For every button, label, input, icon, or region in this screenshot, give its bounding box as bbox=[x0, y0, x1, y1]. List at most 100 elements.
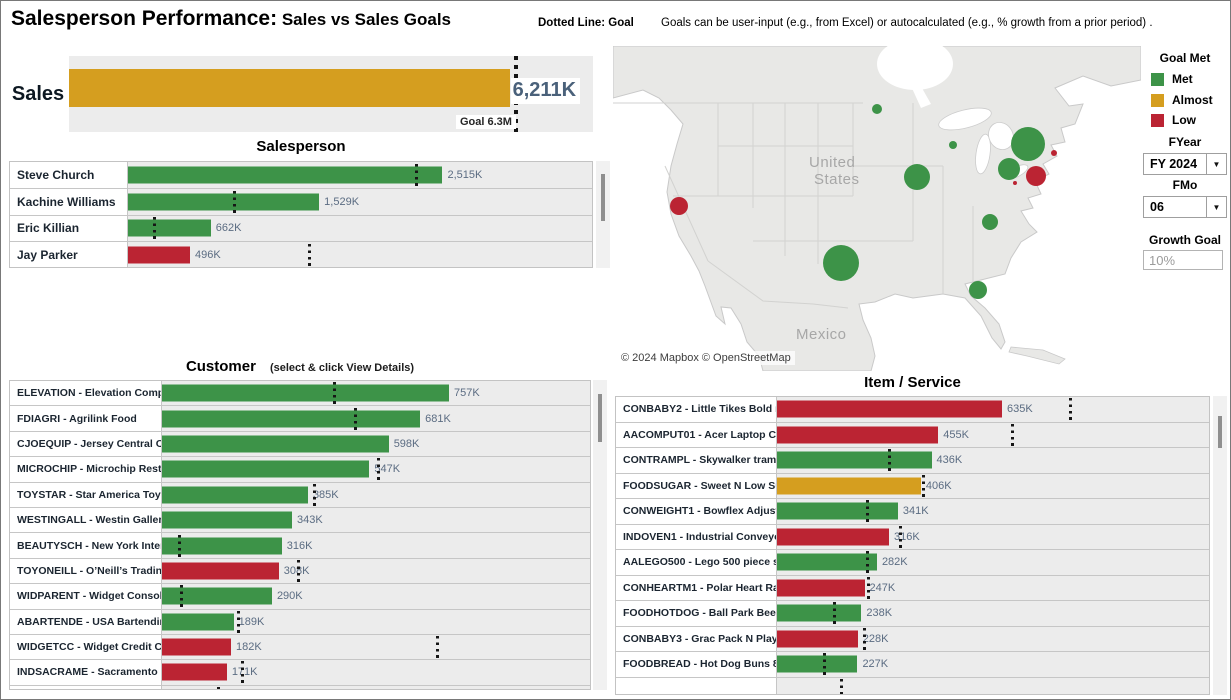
table-row[interactable]: AALEGO500 - Lego 500 piece set282K bbox=[616, 550, 1209, 576]
row-label[interactable]: CONBABY2 - Little Tikes Bold n Br.. bbox=[616, 397, 777, 422]
row-label[interactable]: AACOMPUT01 - Acer Laptop Comp.. bbox=[616, 423, 777, 448]
table-row[interactable]: AACOMPUT01 - Acer Laptop Comp..455K bbox=[616, 423, 1209, 449]
map-bubble[interactable] bbox=[998, 158, 1020, 180]
value-bar[interactable] bbox=[162, 486, 308, 503]
salesperson-scrollbar[interactable] bbox=[596, 161, 610, 268]
row-label[interactable]: BEAUTYSCH - New York Internat.. bbox=[10, 533, 162, 557]
value-bar[interactable] bbox=[777, 477, 921, 494]
map-bubble[interactable] bbox=[1026, 166, 1046, 186]
row-label[interactable]: CJOEQUIP - Jersey Central Offic.. bbox=[10, 432, 162, 456]
row-label[interactable]: Jay Parker bbox=[10, 242, 128, 268]
value-bar[interactable] bbox=[128, 193, 319, 210]
row-label[interactable]: Kachine Williams bbox=[10, 189, 128, 215]
map-bubble[interactable] bbox=[982, 214, 998, 230]
value-bar[interactable] bbox=[777, 579, 865, 596]
table-row[interactable]: TOYONEILL - O’Neill’s Trading308K bbox=[10, 559, 590, 584]
map-bubble[interactable] bbox=[823, 245, 859, 281]
row-label[interactable]: FOODHOTDOG - Ball Park Beef Fra.. bbox=[616, 601, 777, 626]
row-label[interactable]: CONTRAMPL - Skywalker trampoli.. bbox=[616, 448, 777, 473]
row-label[interactable]: Eric Killian bbox=[10, 216, 128, 242]
row-label[interactable]: AALEGO500 - Lego 500 piece set bbox=[616, 550, 777, 575]
map-bubble[interactable] bbox=[872, 104, 882, 114]
row-label[interactable]: WESTINGALL - Westin Galleria H.. bbox=[10, 508, 162, 532]
map-bubble[interactable] bbox=[969, 281, 987, 299]
value-bar[interactable] bbox=[162, 512, 292, 529]
value-bar[interactable] bbox=[777, 630, 858, 647]
value-bar[interactable] bbox=[777, 656, 857, 673]
salesperson-scrollbar-thumb[interactable] bbox=[601, 174, 605, 221]
legend-item-met[interactable]: Met bbox=[1151, 71, 1193, 87]
fmo-dropdown[interactable]: 06 ▼ bbox=[1143, 196, 1227, 218]
value-bar[interactable] bbox=[162, 639, 231, 656]
value-bar[interactable] bbox=[777, 554, 877, 571]
value-bar[interactable] bbox=[777, 401, 1002, 418]
table-row[interactable]: WESTINGALL - Westin Galleria H..343K bbox=[10, 508, 590, 533]
table-row[interactable]: Eric Killian662K bbox=[10, 216, 592, 243]
row-label[interactable]: TOYONEILL - O’Neill’s Trading bbox=[10, 559, 162, 583]
row-label[interactable]: ELEVATION - Elevation Compute.. bbox=[10, 381, 162, 405]
value-bar[interactable] bbox=[128, 220, 211, 237]
table-row[interactable]: MICROCHIP - Microchip Restaur..547K bbox=[10, 457, 590, 482]
row-label[interactable] bbox=[616, 678, 777, 696]
table-row[interactable]: FOODSUGAR - Sweet N Low Sugar..406K bbox=[616, 474, 1209, 500]
table-row[interactable]: ELEVATION - Elevation Compute..757K bbox=[10, 381, 590, 406]
row-label[interactable]: FOODSUGAR - Sweet N Low Sugar.. bbox=[616, 474, 777, 499]
table-row[interactable]: CONBABY2 - Little Tikes Bold n Br..635K bbox=[616, 397, 1209, 423]
table-row[interactable]: ABARTENDE - USA Bartending S..189K bbox=[10, 610, 590, 635]
value-bar[interactable] bbox=[162, 588, 272, 605]
customer-scrollbar-thumb[interactable] bbox=[598, 394, 602, 442]
chevron-down-icon[interactable]: ▼ bbox=[1206, 197, 1226, 217]
value-bar[interactable] bbox=[162, 613, 234, 630]
row-label[interactable]: WIDPARENT - Widget Consolida.. bbox=[10, 584, 162, 608]
legend-item-almost[interactable]: Almost bbox=[1151, 92, 1213, 108]
value-bar[interactable] bbox=[162, 461, 369, 478]
table-row[interactable]: INDSACRAME - Sacramento Indu..171K bbox=[10, 660, 590, 685]
map-bubble[interactable] bbox=[670, 197, 688, 215]
map-bubble[interactable] bbox=[1013, 181, 1017, 185]
row-label[interactable]: INDOVEN1 - Industrial Conveyor .. bbox=[616, 525, 777, 550]
row-label[interactable]: WIDGETCC - Widget Credit Card bbox=[10, 635, 162, 659]
row-label[interactable]: FOODBREAD - Hot Dog Buns 8 PK .. bbox=[616, 652, 777, 677]
table-row[interactable]: FOODBREAD - Hot Dog Buns 8 PK ..227K bbox=[616, 652, 1209, 678]
row-label[interactable]: CONHEARTM1 - Polar Heart Rate .. bbox=[616, 576, 777, 601]
chevron-down-icon[interactable]: ▼ bbox=[1206, 154, 1226, 174]
row-label[interactable]: CONWEIGHT1 - Bowflex Adjustabl.. bbox=[616, 499, 777, 524]
table-row[interactable]: CONWEIGHT1 - Bowflex Adjustabl..341K bbox=[616, 499, 1209, 525]
table-row[interactable]: Jay Parker496K bbox=[10, 242, 592, 268]
map-bubble[interactable] bbox=[949, 141, 957, 149]
table-row[interactable]: Kachine Williams1,529K bbox=[10, 189, 592, 216]
row-label[interactable]: Steve Church bbox=[10, 162, 128, 188]
row-label[interactable]: ABARTENDE - USA Bartending S.. bbox=[10, 610, 162, 634]
fyear-dropdown[interactable]: FY 2024 ▼ bbox=[1143, 153, 1227, 175]
map-bubble[interactable] bbox=[1051, 150, 1057, 156]
row-label[interactable]: FDIAGRI - Agrilink Food bbox=[10, 406, 162, 430]
table-row[interactable] bbox=[10, 686, 590, 690]
value-bar[interactable] bbox=[128, 247, 190, 264]
value-bar[interactable] bbox=[162, 385, 449, 402]
legend-item-low[interactable]: Low bbox=[1151, 112, 1196, 128]
table-row[interactable]: TOYSTAR - Star America Toys385K bbox=[10, 483, 590, 508]
table-row[interactable]: CONTRAMPL - Skywalker trampoli..436K bbox=[616, 448, 1209, 474]
row-label[interactable]: TOYSTAR - Star America Toys bbox=[10, 483, 162, 507]
table-row[interactable]: FDIAGRI - Agrilink Food681K bbox=[10, 406, 590, 431]
item-scrollbar-thumb[interactable] bbox=[1218, 416, 1222, 448]
value-bar[interactable] bbox=[777, 452, 932, 469]
value-bar[interactable] bbox=[162, 410, 420, 427]
value-bar[interactable] bbox=[777, 426, 938, 443]
growth-goal-input[interactable] bbox=[1143, 250, 1223, 270]
table-row[interactable]: INDOVEN1 - Industrial Conveyor ..316K bbox=[616, 525, 1209, 551]
value-bar[interactable] bbox=[162, 435, 389, 452]
row-label[interactable] bbox=[10, 686, 162, 690]
table-row[interactable]: CONHEARTM1 - Polar Heart Rate ..247K bbox=[616, 576, 1209, 602]
table-row[interactable]: BEAUTYSCH - New York Internat..316K bbox=[10, 533, 590, 558]
map-bubble[interactable] bbox=[1011, 127, 1045, 161]
value-bar[interactable] bbox=[777, 503, 898, 520]
value-bar[interactable] bbox=[777, 528, 889, 545]
value-bar[interactable] bbox=[162, 562, 279, 579]
table-row[interactable]: CONBABY3 - Grac Pack N Play wit..228K bbox=[616, 627, 1209, 653]
table-row[interactable]: Steve Church2,515K bbox=[10, 162, 592, 189]
value-bar[interactable] bbox=[777, 605, 861, 622]
sales-kpi-bar[interactable] bbox=[69, 69, 510, 107]
row-label[interactable]: CONBABY3 - Grac Pack N Play wit.. bbox=[616, 627, 777, 652]
table-row[interactable]: FOODHOTDOG - Ball Park Beef Fra..238K bbox=[616, 601, 1209, 627]
